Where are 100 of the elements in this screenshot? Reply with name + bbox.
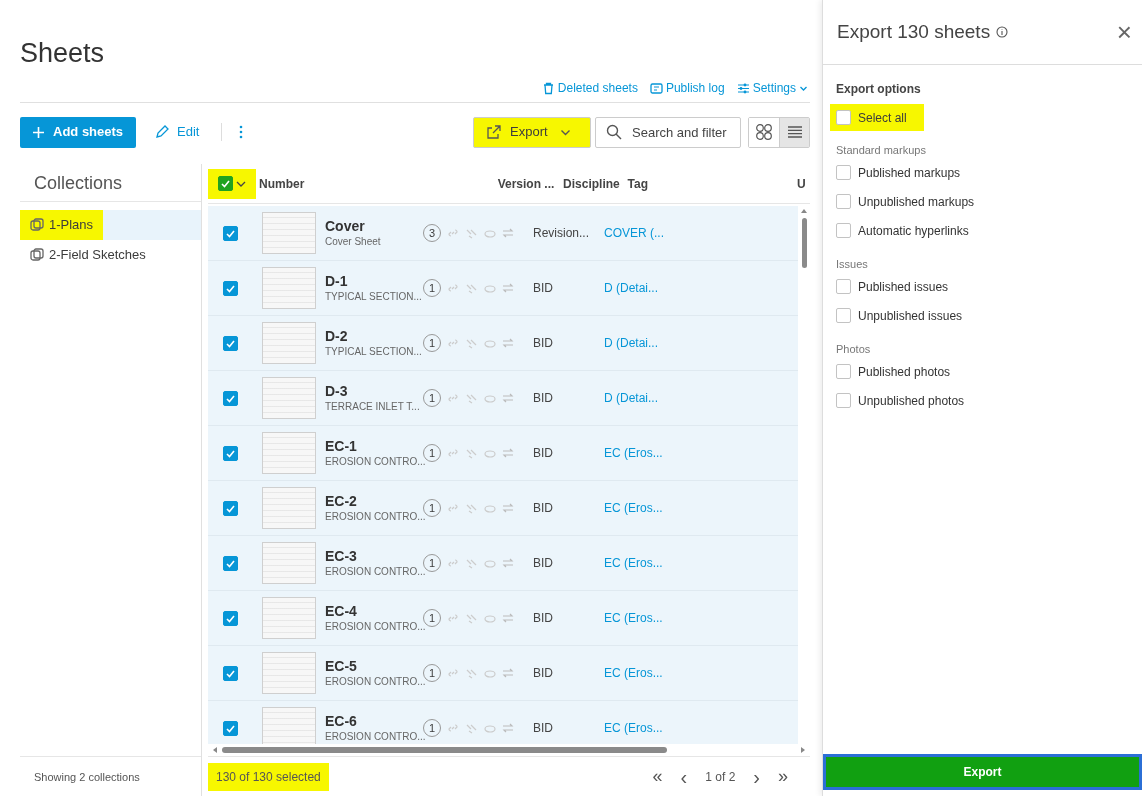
sheet-thumbnail <box>262 212 316 254</box>
column-header[interactable]: Discipline <box>563 174 628 193</box>
checkbox[interactable] <box>223 390 238 406</box>
export-option[interactable]: Automatic hyperlinks <box>836 216 1142 245</box>
column-header[interactable]: Number <box>256 174 498 193</box>
swap-icon <box>502 667 514 679</box>
export-option[interactable]: Published markups <box>836 158 1142 187</box>
previous-page-button[interactable]: ‹ <box>680 761 688 792</box>
link-icon <box>447 612 459 624</box>
checkbox[interactable] <box>223 335 238 351</box>
search-field[interactable]: Search and filter <box>595 116 741 148</box>
swap-icon <box>502 337 514 349</box>
checkbox[interactable] <box>836 308 851 323</box>
column-header[interactable]: U <box>797 174 810 193</box>
export-option[interactable]: Unpublished issues <box>836 301 1142 330</box>
table-row[interactable]: EC-1 EROSION CONTRO... 1 BID EC (Eros... <box>208 426 798 481</box>
sheet-thumbnail <box>262 542 316 584</box>
checkbox[interactable] <box>223 665 238 681</box>
export-option[interactable]: Published photos <box>836 357 1142 386</box>
sheet-title: EROSION CONTRO... <box>325 510 423 524</box>
chain-icon <box>465 282 478 294</box>
table-row[interactable]: EC-6 EROSION CONTRO... 1 BID EC (Eros... <box>208 701 798 744</box>
plus-icon <box>32 125 45 139</box>
panel-title: Export 130 sheets <box>837 19 991 44</box>
checkbox[interactable] <box>836 364 851 379</box>
table-cell-text: D (Detai... <box>604 280 659 297</box>
page-title: Sheets <box>20 37 106 70</box>
checkbox[interactable] <box>836 194 851 209</box>
checkbox[interactable] <box>836 393 851 408</box>
link-icon <box>447 557 459 569</box>
collection-item[interactable]: 2-Field Sketches <box>20 240 201 270</box>
selection-count: 130 of 130 selected <box>208 762 329 791</box>
collection-item[interactable]: 1-Plans <box>20 210 201 240</box>
sheet-title: EROSION CONTRO... <box>325 675 423 689</box>
more-vertical-icon <box>239 125 244 139</box>
checkbox[interactable] <box>223 500 238 516</box>
sheet-thumbnail <box>262 322 316 364</box>
checkbox[interactable] <box>223 280 238 296</box>
next-page-button[interactable]: › <box>753 761 760 792</box>
search-icon <box>606 123 622 140</box>
chain-icon <box>465 502 478 514</box>
caret-left-icon <box>212 746 218 754</box>
table-cell-text: EC (Eros... <box>604 445 664 462</box>
select-all-control[interactable] <box>208 168 256 199</box>
table-cell-text: EC (Eros... <box>604 555 664 572</box>
table-cell-text: BID <box>533 500 554 517</box>
sheet-title: TYPICAL SECTION... <box>325 345 423 359</box>
sheet-number: EC-5 <box>325 657 358 675</box>
checkbox[interactable] <box>836 279 851 294</box>
table-row[interactable]: EC-5 EROSION CONTRO... 1 BID EC (Eros... <box>208 646 798 701</box>
sheet-thumbnail <box>262 707 316 744</box>
cloud-icon <box>484 557 496 569</box>
close-button[interactable]: × <box>1116 19 1132 45</box>
swap-icon <box>502 282 514 294</box>
checkbox[interactable] <box>836 223 851 238</box>
sliders-icon <box>736 81 750 95</box>
checkbox[interactable] <box>223 610 238 626</box>
cloud-icon <box>484 667 496 679</box>
sheet-thumbnail <box>262 377 316 419</box>
sheet-thumbnail <box>262 267 316 309</box>
export-option[interactable]: Published issues <box>836 272 1142 301</box>
info-icon <box>996 26 1009 38</box>
last-page-button[interactable]: » <box>778 763 788 790</box>
checkbox[interactable] <box>223 555 238 571</box>
checkbox[interactable] <box>836 110 851 125</box>
sheet-title: EROSION CONTRO... <box>325 620 423 634</box>
section-title: Export options <box>836 81 922 96</box>
export-option[interactable]: Unpublished markups <box>836 187 1142 216</box>
link-icon <box>447 447 459 459</box>
table-cell-text: BID <box>533 445 554 462</box>
group-title: Photos <box>836 342 872 357</box>
export-button[interactable]: Export <box>473 116 591 148</box>
first-page-button[interactable]: « <box>652 763 663 790</box>
table-row[interactable]: EC-3 EROSION CONTRO... 1 BID EC (Eros... <box>208 536 798 591</box>
list-view-button[interactable] <box>779 117 809 147</box>
chain-icon <box>465 667 478 679</box>
table-row[interactable]: D-3 TERRACE INLET T... 1 BID D (Detai... <box>208 371 798 426</box>
sheet-title: EROSION CONTRO... <box>325 730 423 744</box>
sheet-number: D-2 <box>325 327 349 345</box>
select-all-option[interactable]: Select all <box>830 104 924 131</box>
export-option[interactable]: Unpublished photos <box>836 386 1142 415</box>
checkbox[interactable] <box>218 176 233 191</box>
table-row[interactable]: Cover Cover Sheet 3 Revision... COVER (... <box>208 206 798 261</box>
checkbox[interactable] <box>836 165 851 180</box>
table-cell-text: BID <box>533 665 554 682</box>
table-row[interactable]: EC-2 EROSION CONTRO... 1 BID EC (Eros... <box>208 481 798 536</box>
table-cell-text: BID <box>533 390 554 407</box>
column-header[interactable]: Tag <box>627 174 798 193</box>
column-header[interactable]: Version ... <box>497 174 564 193</box>
stack-icon <box>30 248 44 262</box>
chain-icon <box>465 337 478 349</box>
checkbox[interactable] <box>223 720 238 736</box>
table-row[interactable]: D-2 TYPICAL SECTION... 1 BID D (Detai... <box>208 316 798 371</box>
table-row[interactable]: D-1 TYPICAL SECTION... 1 BID D (Detai... <box>208 261 798 316</box>
checkbox[interactable] <box>223 445 238 461</box>
swap-icon <box>502 392 514 404</box>
table-row[interactable]: EC-4 EROSION CONTRO... 1 BID EC (Eros... <box>208 591 798 646</box>
checkbox[interactable] <box>223 225 238 241</box>
table-cell-text: COVER (... <box>604 225 665 242</box>
sheet-title: EROSION CONTRO... <box>325 565 423 579</box>
